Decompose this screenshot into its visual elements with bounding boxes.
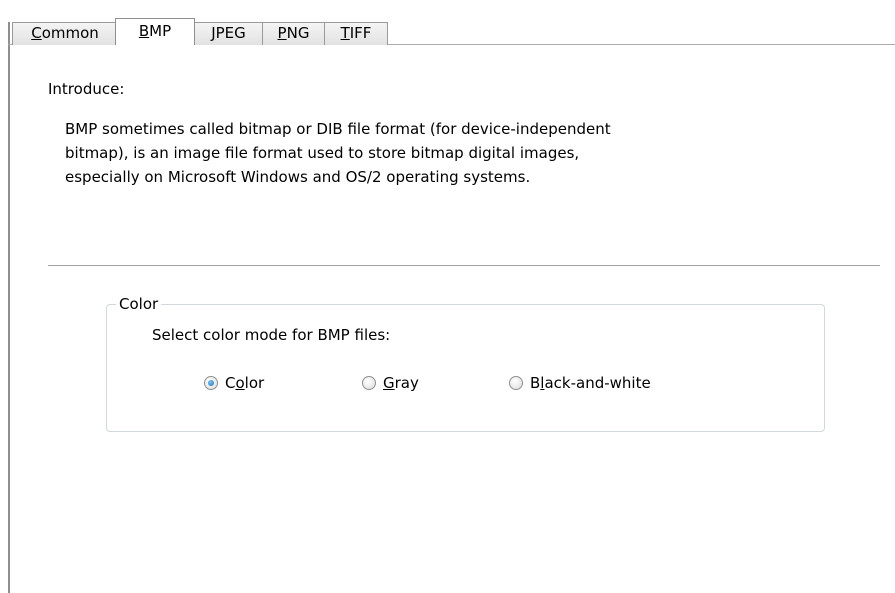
format-description-line: especially on Microsoft Windows and OS/2… <box>65 168 531 186</box>
tab-tiff-label: TIFF <box>340 24 372 42</box>
format-description-line: bitmap), is an image file format used to… <box>65 144 580 162</box>
section-divider <box>48 265 880 266</box>
color-groupbox-title: Color <box>116 294 162 314</box>
tab-tiff[interactable]: TIFF <box>324 22 388 45</box>
radio-unchecked-icon[interactable] <box>509 376 523 390</box>
format-description: BMP sometimes called bitmap or DIB file … <box>65 117 825 189</box>
tab-common-label: Common <box>31 24 99 42</box>
color-groupbox <box>106 304 825 432</box>
gray-radio[interactable]: Gray <box>362 374 419 392</box>
tab-jpeg-label: JPEG <box>211 24 246 42</box>
black-and-white-radio[interactable]: Black-and-white <box>509 374 651 392</box>
tab-jpeg[interactable]: JPEG <box>194 22 263 45</box>
tab-png[interactable]: PNG <box>262 22 325 45</box>
color-mode-prompt: Select color mode for BMP files: <box>152 326 391 344</box>
tab-png-label: PNG <box>277 24 310 42</box>
tab-bmp[interactable]: BMP <box>115 18 195 45</box>
format-tab-strip: Common BMP JPEG PNG TIFF <box>12 18 388 45</box>
color-radio[interactable]: Color <box>204 374 264 392</box>
color-radio-label: Color <box>225 374 265 392</box>
tab-page-left-border <box>8 22 10 593</box>
tab-common[interactable]: Common <box>12 22 118 45</box>
tab-bmp-label: BMP <box>138 22 172 40</box>
black-and-white-radio-label: Black-and-white <box>530 374 651 392</box>
bmp-settings-panel: Common BMP JPEG PNG TIFF Introduce: BMP … <box>0 0 895 593</box>
format-description-line: BMP sometimes called bitmap or DIB file … <box>65 120 611 138</box>
radio-checked-icon[interactable] <box>204 376 218 390</box>
introduce-heading: Introduce: <box>48 80 125 98</box>
radio-unchecked-icon[interactable] <box>362 376 376 390</box>
gray-radio-label: Gray <box>383 374 419 392</box>
